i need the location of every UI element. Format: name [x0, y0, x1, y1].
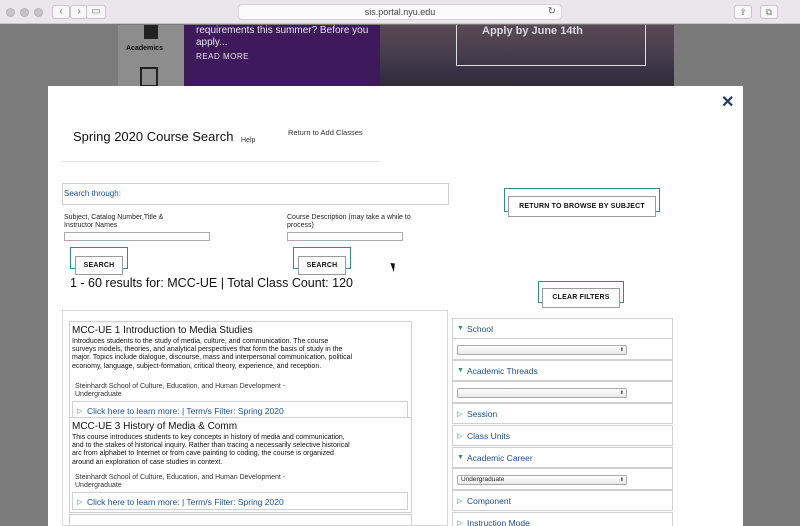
collapsed-triangle-icon: ▷: [457, 411, 463, 418]
document-icon: [140, 67, 158, 87]
list-item: MCC-UE 3 History of Media & Comm This co…: [69, 417, 412, 513]
filter-class-units[interactable]: ▷ Class Units: [452, 425, 673, 446]
filter-school-select-row: ⬍: [452, 338, 673, 360]
close-icon[interactable]: ✕: [721, 92, 734, 112]
description-search-label: Course Description (may take a while to …: [287, 214, 411, 229]
filter-session[interactable]: ▷ Session: [452, 403, 673, 424]
subject-search-input[interactable]: [64, 232, 210, 241]
window-zoom-dot[interactable]: [34, 8, 43, 17]
learn-more-text: Click here to learn more: | Term/s Filte…: [87, 497, 284, 507]
subject-search-label: Subject, Catalog Number,Title & Instruct…: [64, 214, 164, 229]
collapsed-triangle-icon: ▷: [457, 433, 463, 440]
apply-deadline-text: Apply by June 14th: [482, 25, 583, 37]
academic-threads-select[interactable]: ⬍: [457, 388, 627, 398]
results-summary: 1 - 60 results for: MCC-UE | Total Class…: [70, 276, 353, 290]
background-banner: requirements this summer? Before you app…: [184, 25, 380, 87]
filter-academic-threads[interactable]: ▼ Academic Threads: [452, 360, 673, 381]
collapsed-triangle-icon: ▷: [457, 520, 463, 526]
filter-label: Academic Threads: [467, 366, 538, 376]
course-title: MCC-UE 3 History of Media & Comm: [72, 421, 238, 432]
expanded-triangle-icon: ▼: [457, 367, 464, 374]
read-more-link: READ MORE: [196, 52, 249, 61]
school-select[interactable]: ⬍: [457, 345, 627, 355]
divider: [62, 161, 380, 162]
sidebar-academics-label: Academics: [126, 45, 163, 52]
select-arrow-icon: ⬍: [619, 390, 624, 396]
help-link[interactable]: Help: [241, 137, 255, 144]
filter-component[interactable]: ▷ Component: [452, 490, 673, 511]
filter-label: School: [467, 324, 493, 334]
description-search-input[interactable]: [287, 232, 403, 241]
filter-label: Instruction Mode: [467, 518, 530, 526]
return-to-add-classes-link[interactable]: Return to Add Classes: [288, 128, 363, 137]
selected-value: Undergraduate: [461, 476, 505, 483]
list-item: [69, 514, 412, 525]
course-title: MCC-UE 1 Introduction to Media Studies: [72, 325, 253, 336]
filter-panel: ▼ School ⬍ ▼ Academic Threads ⬍ ▷ Sessio…: [452, 318, 673, 526]
expand-triangle-icon: ▷: [77, 408, 83, 415]
filter-label: Class Units: [467, 431, 510, 441]
window-close-dot[interactable]: [6, 8, 15, 17]
back-icon[interactable]: ‹: [52, 5, 70, 19]
learn-more-link[interactable]: ▷ Click here to learn more: | Term/s Fil…: [72, 492, 408, 510]
academics-icon: [144, 25, 158, 39]
banner-text: requirements this summer? Before you app…: [196, 25, 369, 48]
select-arrow-icon: ⬍: [619, 477, 624, 483]
window-minimize-dot[interactable]: [20, 8, 29, 17]
course-description: This course introduces students to key c…: [72, 434, 350, 466]
reload-icon[interactable]: ↻: [548, 5, 556, 19]
expanded-triangle-icon: ▼: [457, 325, 464, 332]
sidebar-toggle-icon[interactable]: ▭: [86, 5, 106, 19]
academic-career-select[interactable]: Undergraduate ⬍: [457, 475, 627, 485]
course-school: Steinhardt School of Culture, Education,…: [75, 383, 286, 398]
filter-school[interactable]: ▼ School: [452, 318, 673, 339]
browser-toolbar: ‹ › ▭ sis.portal.nyu.edu ↻ ⇪ ⧉: [0, 0, 800, 24]
course-description: Introduces students to the study of medi…: [72, 338, 353, 370]
share-icon[interactable]: ⇪: [734, 5, 752, 19]
filter-academic-threads-select-row: ⬍: [452, 381, 673, 403]
filter-academic-career[interactable]: ▼ Academic Career: [452, 447, 673, 468]
collapsed-triangle-icon: ▷: [457, 498, 463, 505]
filter-label: Academic Career: [467, 453, 533, 463]
address-bar[interactable]: sis.portal.nyu.edu ↻: [238, 4, 562, 20]
return-to-browse-by-subject-button[interactable]: RETURN TO BROWSE BY SUBJECT: [508, 196, 656, 217]
results-list: MCC-UE 1 Introduction to Media Studies I…: [62, 310, 448, 526]
url-text: sis.portal.nyu.edu: [364, 7, 436, 17]
course-school: Steinhardt School of Culture, Education,…: [75, 474, 286, 489]
search-through-header: Search through:: [62, 183, 449, 205]
expand-triangle-icon: ▷: [77, 499, 83, 506]
filter-label: Session: [467, 409, 498, 419]
list-item: MCC-UE 1 Introduction to Media Studies I…: [69, 321, 412, 423]
select-arrow-icon: ⬍: [619, 347, 624, 353]
filter-academic-career-select-row: Undergraduate ⬍: [452, 468, 673, 490]
learn-more-text: Click here to learn more: | Term/s Filte…: [87, 406, 284, 416]
course-search-modal: ✕ Spring 2020 Course Search Help Return …: [48, 86, 743, 526]
tabs-icon[interactable]: ⧉: [760, 5, 778, 19]
expanded-triangle-icon: ▼: [457, 454, 464, 461]
clear-filters-button[interactable]: CLEAR FILTERS: [542, 288, 620, 308]
filter-label: Component: [467, 496, 511, 506]
description-search-button[interactable]: SEARCH: [298, 256, 346, 275]
filter-instruction-mode[interactable]: ▷ Instruction Mode: [452, 512, 673, 526]
subject-search-button[interactable]: SEARCH: [75, 256, 123, 275]
page-title: Spring 2020 Course Search: [73, 129, 234, 144]
background-photo: Apply by June 14th: [380, 25, 674, 87]
